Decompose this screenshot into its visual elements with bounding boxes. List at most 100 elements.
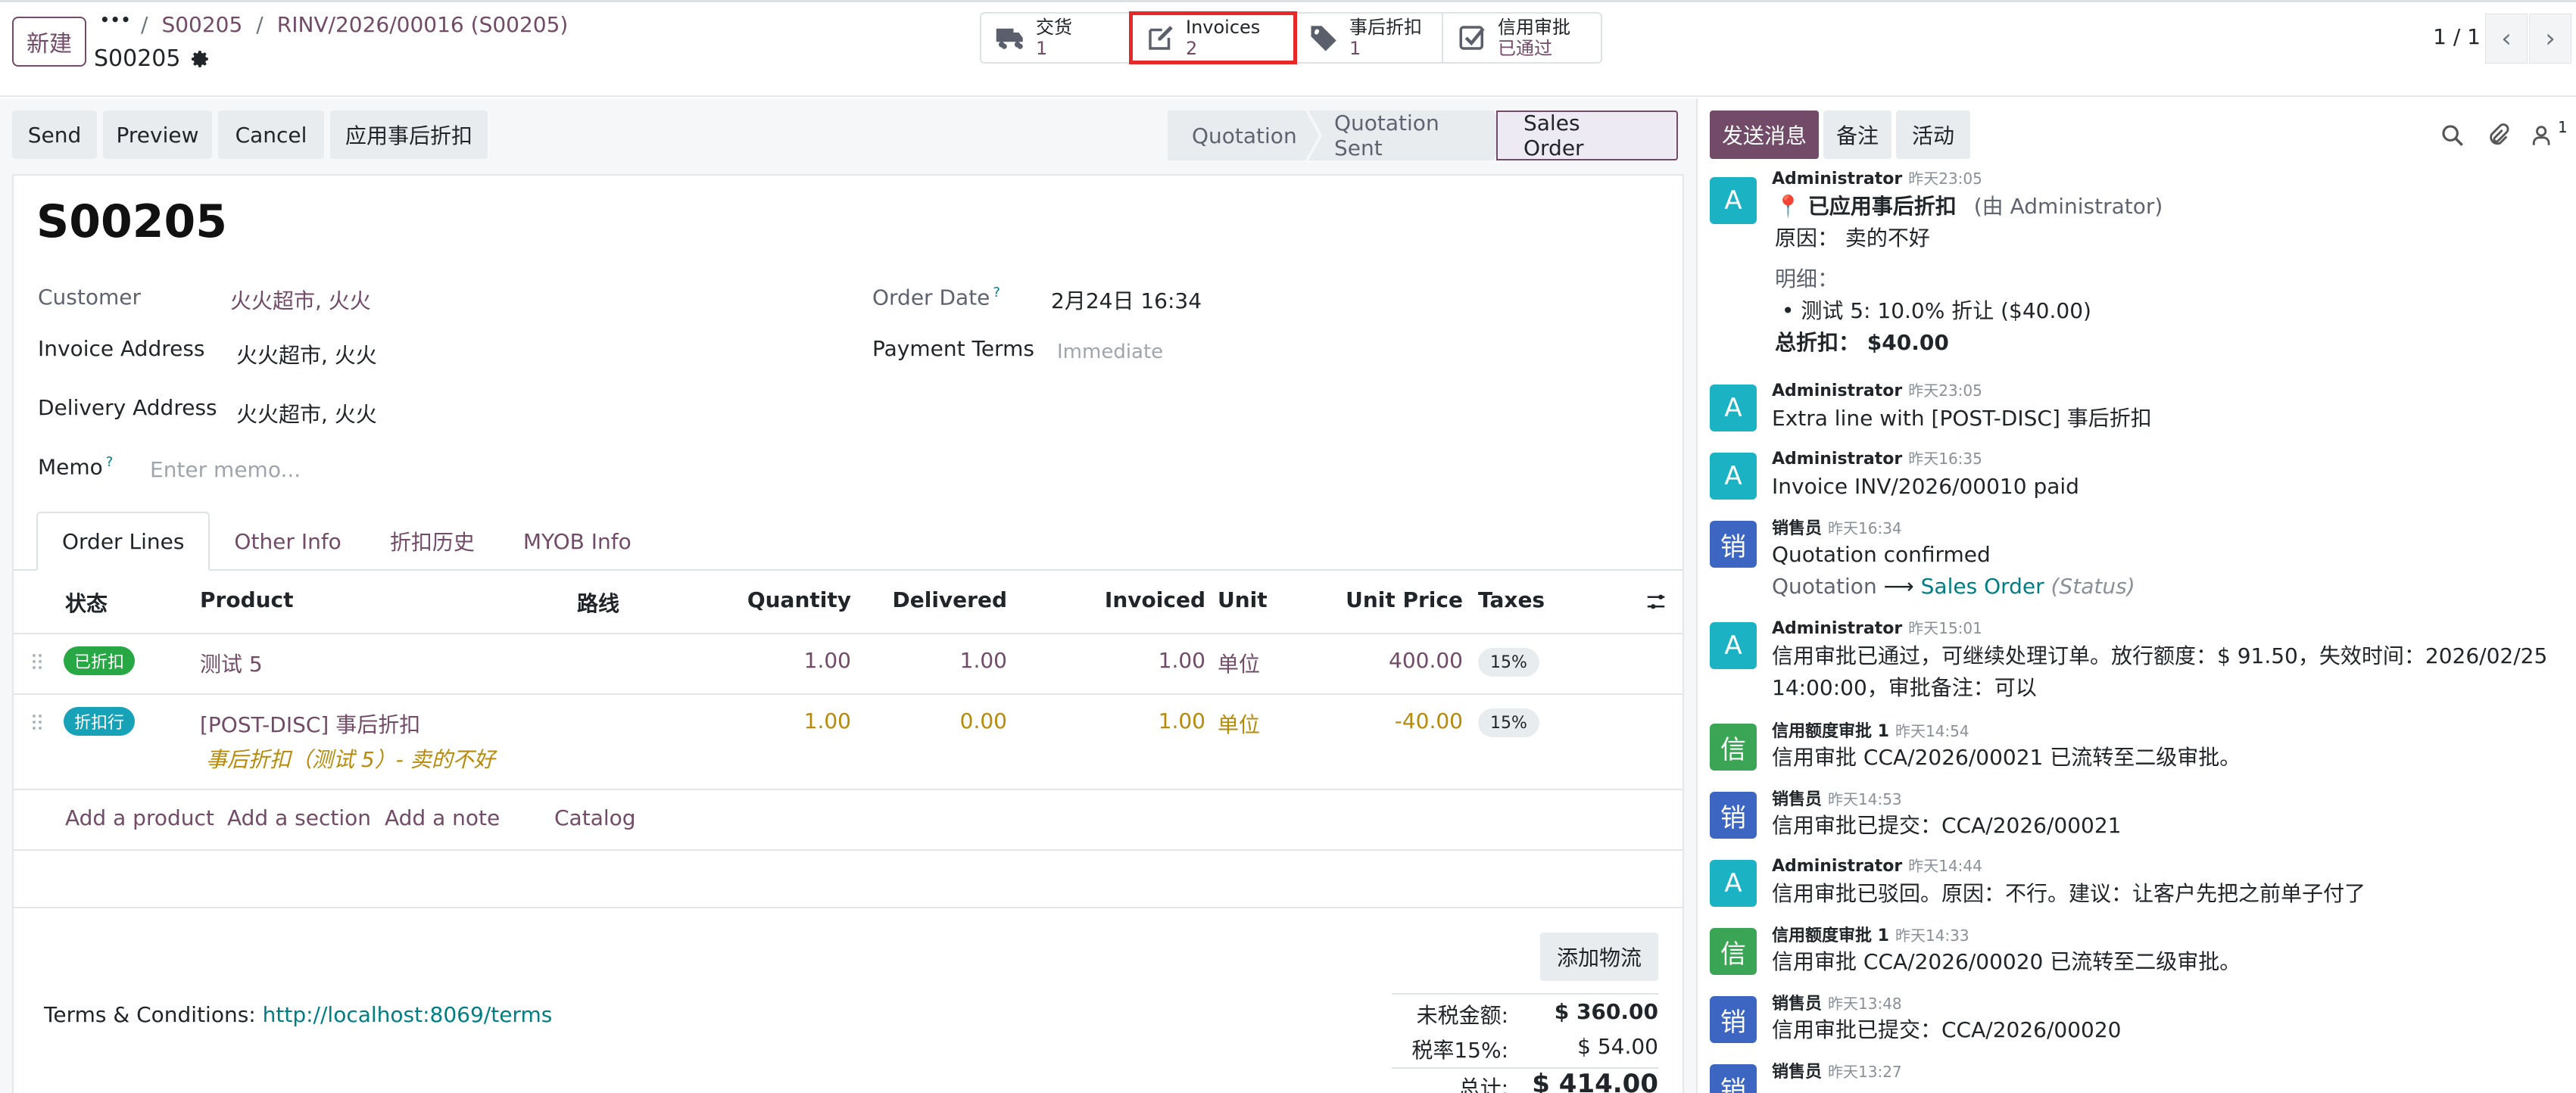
terms-link[interactable]: http://localhost:8069/terms [263, 1002, 553, 1027]
message-author[interactable]: 销售员 [1772, 1063, 1822, 1082]
invoices-smart-button[interactable]: Invoices 2 [1129, 11, 1297, 64]
stage-quotation-sent[interactable]: Quotation Sent [1308, 111, 1507, 160]
breadcrumb-item-order[interactable]: S00205 [161, 12, 242, 37]
pager-next-button[interactable]: › [2529, 14, 2571, 64]
column-header-unit-price[interactable]: Unit Price [1302, 587, 1463, 612]
tab-myob-info[interactable]: MYOB Info [499, 512, 656, 571]
message-author[interactable]: Administrator [1772, 450, 1902, 469]
avatar[interactable]: A [1710, 622, 1757, 669]
smart-button-label: 信用审批 [1498, 17, 1570, 38]
total-value: $ 414.00 [1532, 1069, 1658, 1093]
discount-by: (由 Administrator) [1973, 194, 2163, 219]
more-actions-button[interactable]: ••• [100, 11, 131, 29]
smart-button-value: 1 [1349, 38, 1361, 59]
add-logistics-button[interactable]: 添加物流 [1540, 933, 1658, 981]
column-header-invoiced[interactable]: Invoiced [1060, 587, 1205, 612]
activities-button[interactable]: 活动 [1896, 111, 1970, 159]
message-author[interactable]: Administrator [1772, 381, 1902, 400]
avatar[interactable]: A [1710, 453, 1757, 500]
tab-order-lines[interactable]: Order Lines [36, 512, 211, 571]
tab-other-info[interactable]: Other Info [210, 512, 365, 571]
message-author[interactable]: Administrator [1772, 170, 1902, 188]
message-header: Administrator 昨天16:35 [1772, 447, 1982, 469]
column-settings-icon[interactable] [1645, 590, 1667, 613]
delivered-cell[interactable]: 0.00 [856, 708, 1007, 733]
avatar[interactable]: 信 [1710, 724, 1757, 771]
column-header-status[interactable]: 状态 [65, 587, 108, 618]
message-header: 销售员 昨天16:34 [1772, 515, 1902, 539]
stage-sales-order[interactable]: Sales Order [1496, 111, 1678, 160]
product-cell[interactable]: 测试 5 [200, 648, 263, 678]
avatar[interactable]: 销 [1710, 1064, 1757, 1093]
pager-previous-button[interactable]: ‹ [2485, 14, 2528, 64]
avatar[interactable]: A [1710, 860, 1757, 907]
delivery-smart-button[interactable]: 交货 1 [981, 14, 1131, 62]
search-icon[interactable] [2440, 123, 2465, 148]
smart-button-value: 已通过 [1498, 38, 1552, 59]
post-discount-smart-button[interactable]: 事后折扣 1 [1295, 14, 1443, 62]
quantity-cell[interactable]: 1.00 [712, 708, 851, 733]
preview-button[interactable]: Preview [103, 111, 212, 159]
delivery-address-field[interactable]: 火火超市, 火火 [236, 398, 377, 428]
column-header-delivered[interactable]: Delivered [856, 587, 1007, 612]
discount-total-label: 总折扣： [1775, 330, 1860, 355]
avatar[interactable]: 销 [1710, 792, 1757, 839]
message-author[interactable]: 销售员 [1772, 790, 1822, 809]
delivered-cell[interactable]: 1.00 [856, 648, 1007, 673]
send-button[interactable]: Send [12, 111, 97, 159]
column-header-product[interactable]: Product [200, 587, 294, 612]
column-header-unit[interactable]: Unit [1218, 587, 1268, 612]
avatar[interactable]: A [1710, 177, 1757, 224]
unit-cell[interactable]: 单位 [1218, 708, 1260, 739]
paperclip-icon[interactable] [2485, 123, 2511, 148]
followers-icon[interactable] [2531, 123, 2556, 148]
memo-input[interactable]: Enter memo... [150, 457, 301, 482]
avatar[interactable]: A [1710, 385, 1757, 431]
gear-icon[interactable] [191, 49, 211, 69]
catalog-link[interactable]: Catalog [554, 805, 636, 830]
product-cell[interactable]: [POST-DISC] 事后折扣 [200, 708, 420, 739]
credit-approval-smart-button[interactable]: 信用审批 已通过 [1443, 14, 1601, 62]
customer-field[interactable]: 火火超市, 火火 [230, 285, 371, 315]
log-note-button[interactable]: 备注 [1823, 111, 1891, 159]
avatar[interactable]: 销 [1710, 996, 1757, 1043]
drag-handle-icon[interactable] [32, 652, 42, 671]
tab-discount-history[interactable]: 折扣历史 [366, 512, 499, 571]
message-author[interactable]: Administrator [1772, 857, 1902, 876]
drag-handle-icon[interactable] [32, 713, 42, 731]
new-button[interactable]: 新建 [12, 17, 86, 67]
help-icon[interactable]: ? [106, 454, 114, 470]
unit-price-cell[interactable]: -40.00 [1302, 708, 1463, 733]
column-header-taxes[interactable]: Taxes [1478, 587, 1545, 612]
message-author[interactable]: 销售员 [1772, 995, 1822, 1014]
smart-buttons: 交货 1 Invoices 2 事后折扣 1 信用审批 已通过 [980, 11, 1602, 64]
invoiced-cell[interactable]: 1.00 [1060, 708, 1205, 733]
invoiced-cell[interactable]: 1.00 [1060, 648, 1205, 673]
message-author[interactable]: 信用额度审批 1 [1772, 926, 1889, 945]
add-section-link[interactable]: Add a section [227, 805, 371, 830]
detail-label: 明细： [1775, 266, 1839, 291]
column-header-route[interactable]: 路线 [577, 587, 619, 618]
avatar[interactable]: 销 [1710, 521, 1757, 568]
message-author[interactable]: 销售员 [1772, 519, 1822, 538]
column-header-quantity[interactable]: Quantity [712, 587, 851, 612]
payment-terms-field[interactable]: Immediate [1057, 341, 1163, 363]
order-date-field[interactable]: 2月24日 16:34 [1051, 285, 1202, 315]
breadcrumb-item-invoice[interactable]: RINV/2026/00016 (S00205) [277, 12, 569, 37]
pager-value[interactable]: 1 / 1 [2433, 24, 2481, 49]
cancel-button[interactable]: Cancel [218, 111, 324, 159]
stage-quotation[interactable]: Quotation [1168, 111, 1319, 160]
add-product-link[interactable]: Add a product [65, 805, 214, 830]
send-message-button[interactable]: 发送消息 [1710, 111, 1819, 159]
quantity-cell[interactable]: 1.00 [712, 648, 851, 673]
unit-price-cell[interactable]: 400.00 [1302, 648, 1463, 673]
avatar[interactable]: 信 [1710, 928, 1757, 975]
unit-cell[interactable]: 单位 [1218, 648, 1260, 678]
help-icon[interactable]: ? [993, 285, 1000, 300]
apply-post-discount-button[interactable]: 应用事后折扣 [330, 111, 488, 159]
add-note-link[interactable]: Add a note [385, 805, 500, 830]
customer-label: Customer [38, 285, 142, 310]
message-author[interactable]: 信用额度审批 1 [1772, 722, 1889, 741]
message-author[interactable]: Administrator [1772, 619, 1902, 638]
invoice-address-field[interactable]: 火火超市, 火火 [236, 339, 377, 369]
